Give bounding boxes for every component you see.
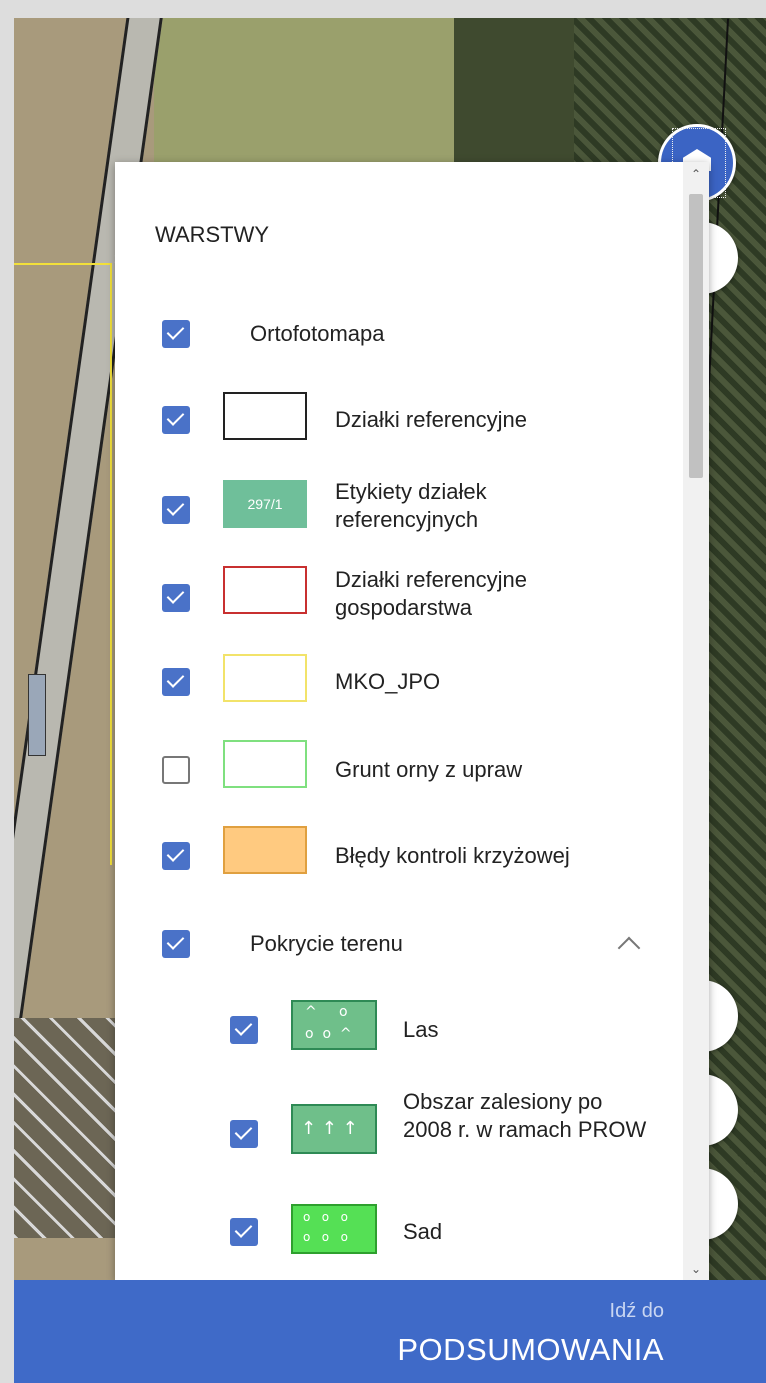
forest-swatch: ^ o o o ^ <box>291 1000 377 1050</box>
layer-label: Sad <box>403 1219 443 1244</box>
app-frame: 1: ⌃ ⌄ WARSTWY Ortofotomapa Działki refe… <box>0 0 766 1383</box>
map-parcel-outline <box>14 263 112 865</box>
layer-swatch <box>223 740 307 788</box>
layer-swatch <box>223 566 307 614</box>
checkbox-checked-icon[interactable] <box>230 1120 258 1148</box>
tree-symbols: ^ o <box>305 1004 348 1020</box>
checkbox-checked-icon[interactable] <box>162 668 190 696</box>
layer-label: Błędy kontroli krzyżowej <box>335 843 570 868</box>
afforested-swatch: ↑ ↑ ↑ <box>291 1104 377 1154</box>
layer-swatch <box>223 826 307 874</box>
layer-label: Grunt orny z upraw <box>335 757 523 782</box>
checkbox-checked-icon[interactable] <box>230 1016 258 1044</box>
checkbox-checked-icon[interactable] <box>162 320 190 348</box>
layer-label: Działki referencyjne <box>335 407 527 432</box>
checkbox-checked-icon[interactable] <box>230 1218 258 1246</box>
map-field <box>154 18 454 178</box>
layer-label: Pokrycie terenu <box>250 931 403 956</box>
scroll-thumb[interactable] <box>689 194 703 478</box>
layer-label: Etykiety działek referencyjnych <box>335 479 487 532</box>
layer-label: Ortofotomapa <box>250 321 385 346</box>
go-to-summary-button[interactable]: Idź do PODSUMOWANIA <box>14 1280 766 1383</box>
map-hatched-area <box>14 1018 124 1238</box>
checkbox-empty-icon[interactable] <box>162 756 190 784</box>
layer-label: Las <box>403 1017 439 1042</box>
panel-title: WARSTWY <box>155 222 270 247</box>
summary-label: PODSUMOWANIA <box>397 1332 664 1367</box>
scrollbar[interactable]: ⌃ ⌄ <box>683 162 709 1281</box>
layer-swatch: 297/1 <box>223 480 307 528</box>
layer-label: Działki referencyjne gospodarstwa <box>335 567 527 620</box>
orchard-symbols: o o o <box>303 1210 348 1224</box>
scroll-up-icon[interactable]: ⌃ <box>683 162 709 186</box>
orchard-symbols: o o o <box>303 1230 348 1244</box>
tree-symbols: ↑ ↑ ↑ <box>301 1118 358 1139</box>
tree-symbols: o o ^ <box>305 1026 352 1042</box>
map-marker <box>28 674 46 756</box>
layer-label: MKO_JPO <box>335 669 441 694</box>
chevron-up-icon[interactable] <box>617 936 641 960</box>
layer-swatch <box>223 392 307 440</box>
checkbox-checked-icon[interactable] <box>162 496 190 524</box>
checkbox-checked-icon[interactable] <box>162 842 190 870</box>
checkbox-checked-icon[interactable] <box>162 584 190 612</box>
layers-panel: ⌃ ⌄ WARSTWY Ortofotomapa Działki referen… <box>115 162 709 1281</box>
checkbox-checked-icon[interactable] <box>162 930 190 958</box>
checkbox-checked-icon[interactable] <box>162 406 190 434</box>
scroll-down-icon[interactable]: ⌄ <box>683 1257 709 1281</box>
layer-swatch <box>223 654 307 702</box>
layer-label: Obszar zalesiony po 2008 r. w ramach PRO… <box>403 1089 647 1142</box>
go-to-label: Idź do <box>609 1300 664 1322</box>
orchard-swatch: o o o o o o <box>291 1204 377 1254</box>
